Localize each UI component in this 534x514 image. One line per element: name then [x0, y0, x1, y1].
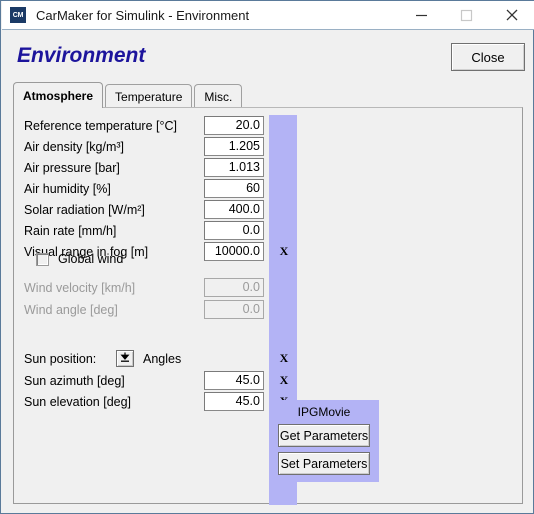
minimize-icon [415, 9, 428, 22]
label-air-humidity: Air humidity [%] [24, 181, 111, 196]
get-parameters-button[interactable]: Get Parameters [278, 424, 370, 447]
tab-bar: Atmosphere Temperature Misc. [13, 82, 244, 108]
input-visual-range-fog[interactable]: 10000.0 [204, 242, 264, 261]
ipgmovie-group-title: IPGMovie [297, 405, 351, 419]
input-reference-temperature[interactable]: 20.0 [204, 116, 264, 135]
input-rain-rate[interactable]: 0.0 [204, 221, 264, 240]
input-wind-velocity: 0.0 [204, 278, 264, 297]
value-sun-position: Angles [143, 351, 182, 366]
label-reference-temperature: Reference temperature [°C] [24, 118, 177, 133]
row-air-density: Air density [kg/m³] 1.205 [24, 136, 264, 157]
row-sun-azimuth: Sun azimuth [deg] 45.0 [24, 370, 264, 391]
input-air-density[interactable]: 1.205 [204, 137, 264, 156]
atmosphere-panel: Reference temperature [°C] 20.0 Air dens… [13, 107, 523, 505]
tab-temperature[interactable]: Temperature [105, 84, 193, 108]
label-sun-azimuth: Sun azimuth [deg] [24, 373, 125, 388]
label-air-pressure: Air pressure [bar] [24, 160, 120, 175]
input-air-humidity[interactable]: 60 [204, 179, 264, 198]
maximize-icon [460, 9, 473, 22]
marker-sun-azimuth: X [279, 373, 289, 387]
page-title: Environment [17, 44, 146, 67]
marker-visual-range-fog: X [279, 244, 289, 258]
label-sun-position: Sun position: [24, 351, 97, 366]
environment-window: CM CarMaker for Simulink - Environment E… [0, 0, 534, 514]
input-wind-angle: 0.0 [204, 300, 264, 319]
input-air-pressure[interactable]: 1.013 [204, 158, 264, 177]
ipgmovie-group: IPGMovie Get Parameters Set Parameters [269, 400, 379, 482]
label-solar-radiation: Solar radiation [W/m²] [24, 202, 145, 217]
chevron-down-icon [119, 351, 131, 366]
row-air-humidity: Air humidity [%] 60 [24, 178, 264, 199]
title-bar: CM CarMaker for Simulink - Environment [2, 1, 534, 30]
tab-atmosphere[interactable]: Atmosphere [13, 82, 104, 108]
set-parameters-button[interactable]: Set Parameters [278, 452, 370, 475]
label-wind-velocity: Wind velocity [km/h] [24, 280, 136, 295]
label-wind-angle: Wind angle [deg] [24, 302, 118, 317]
row-sun-position: Sun position: Angles [24, 348, 181, 369]
row-air-pressure: Air pressure [bar] 1.013 [24, 157, 264, 178]
carmaker-app-icon: CM [10, 7, 26, 23]
global-wind-checkbox-row[interactable]: Global wind [36, 249, 123, 269]
maximize-button[interactable] [444, 1, 489, 29]
tab-misc[interactable]: Misc. [194, 84, 243, 108]
sun-position-dropdown[interactable] [116, 350, 134, 367]
row-rain-rate: Rain rate [mm/h] 0.0 [24, 220, 264, 241]
label-air-density: Air density [kg/m³] [24, 139, 125, 154]
input-solar-radiation[interactable]: 400.0 [204, 200, 264, 219]
close-button[interactable]: Close [451, 43, 525, 71]
input-sun-azimuth[interactable]: 45.0 [204, 371, 264, 390]
minimize-button[interactable] [399, 1, 444, 29]
window-title: CarMaker for Simulink - Environment [36, 7, 250, 23]
checkbox-global-wind[interactable] [36, 252, 49, 266]
row-solar-radiation: Solar radiation [W/m²] 400.0 [24, 199, 264, 220]
row-wind-velocity: Wind velocity [km/h] 0.0 [24, 277, 264, 298]
row-reference-temperature: Reference temperature [°C] 20.0 [24, 115, 264, 136]
marker-sun-position: X [279, 351, 289, 365]
row-wind-angle: Wind angle [deg] 0.0 [24, 299, 264, 320]
close-button-titlebar[interactable] [489, 1, 534, 29]
label-rain-rate: Rain rate [mm/h] [24, 223, 117, 238]
label-global-wind: Global wind [58, 252, 124, 266]
label-sun-elevation: Sun elevation [deg] [24, 394, 132, 409]
close-icon [505, 8, 519, 22]
row-sun-elevation: Sun elevation [deg] 45.0 [24, 391, 264, 412]
input-sun-elevation[interactable]: 45.0 [204, 392, 264, 411]
